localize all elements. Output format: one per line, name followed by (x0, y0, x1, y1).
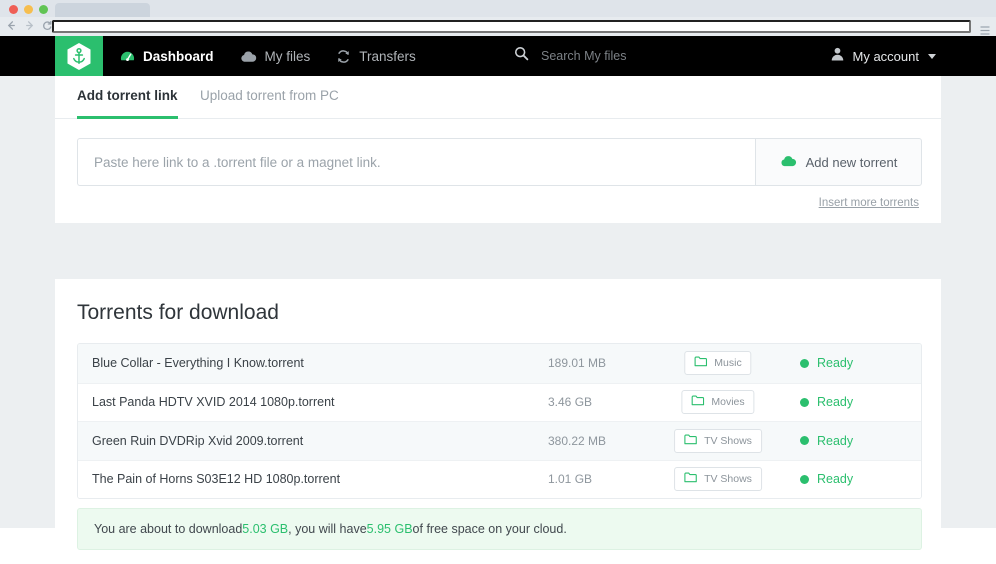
notice-middle: , you will have (288, 522, 367, 536)
maximize-window-button[interactable] (39, 5, 48, 14)
torrent-name: Blue Collar - Everything I Know.torrent (92, 356, 304, 370)
search-icon[interactable] (514, 46, 529, 66)
forward-arrow-icon[interactable] (24, 20, 35, 31)
browser-tab[interactable] (55, 3, 150, 17)
torrent-name: Green Ruin DVDRip Xvid 2009.torrent (92, 434, 303, 448)
nav-link-label: Transfers (359, 49, 416, 64)
window-traffic-lights (9, 5, 48, 14)
back-arrow-icon[interactable] (6, 20, 17, 31)
status-badge: Ready (800, 472, 853, 486)
nav-link-my-files[interactable]: My files (240, 49, 311, 64)
chevron-down-icon (928, 54, 936, 59)
account-menu[interactable]: My account (831, 36, 936, 76)
cloud-icon (240, 50, 257, 63)
add-torrent-panel: Add torrent link Upload torrent from PC … (55, 76, 941, 223)
browser-chrome (0, 0, 996, 36)
page-title: Torrents for download (77, 301, 279, 325)
cloud-upload-icon (780, 154, 797, 170)
status-badge: Ready (800, 395, 853, 409)
top-navigation-bar: Dashboard My files (0, 36, 996, 76)
folder-badge-label: TV Shows (704, 435, 752, 447)
anchor-hexagon-logo[interactable] (55, 36, 103, 76)
status-label: Ready (817, 395, 853, 409)
table-row[interactable]: Green Ruin DVDRip Xvid 2009.torrent 380.… (78, 421, 921, 460)
insert-more-torrents-link[interactable]: Insert more torrents (819, 197, 919, 209)
storage-notice: You are about to download 5.03 GB, you w… (77, 508, 922, 550)
folder-icon (684, 434, 697, 448)
torrent-name: The Pain of Horns S03E12 HD 1080p.torren… (92, 472, 340, 486)
minimize-window-button[interactable] (24, 5, 33, 14)
folder-icon (691, 395, 704, 409)
refresh-transfers-icon (336, 49, 351, 64)
status-dot-icon (800, 475, 809, 484)
torrent-size: 3.46 GB (548, 395, 592, 409)
notice-download-size: 5.03 GB (242, 522, 288, 536)
user-avatar-icon (831, 47, 844, 66)
torrents-for-download-panel: Torrents for download Blue Collar - Ever… (55, 279, 941, 564)
status-label: Ready (817, 434, 853, 448)
address-bar[interactable] (52, 20, 971, 33)
nav-link-label: My files (265, 49, 311, 64)
torrent-name: Last Panda HDTV XVID 2014 1080p.torrent (92, 395, 335, 409)
notice-free-space: 5.95 GB (367, 522, 413, 536)
status-badge: Ready (800, 356, 853, 370)
torrent-input-row: Add new torrent (77, 138, 922, 186)
folder-badge-label: Movies (711, 396, 744, 408)
folder-badge-label: Music (714, 357, 741, 369)
folder-badge[interactable]: Music (684, 351, 751, 375)
add-new-torrent-button[interactable]: Add new torrent (755, 138, 922, 186)
table-row[interactable]: Last Panda HDTV XVID 2014 1080p.torrent … (78, 383, 921, 422)
application-window: Dashboard My files (0, 36, 996, 528)
primary-nav-links: Dashboard My files (120, 36, 416, 76)
dashboard-gauge-icon (120, 49, 135, 64)
status-dot-icon (800, 436, 809, 445)
folder-badge[interactable]: TV Shows (674, 467, 762, 491)
nav-link-dashboard[interactable]: Dashboard (120, 49, 214, 64)
status-dot-icon (800, 359, 809, 368)
folder-icon (684, 472, 697, 486)
torrent-link-input[interactable] (77, 138, 755, 186)
notice-prefix: You are about to download (94, 522, 242, 536)
browser-toolbar (0, 17, 996, 36)
tab-upload-torrent-from-pc[interactable]: Upload torrent from PC (200, 88, 339, 116)
add-new-torrent-label: Add new torrent (806, 155, 898, 170)
nav-link-transfers[interactable]: Transfers (336, 49, 416, 64)
status-dot-icon (800, 398, 809, 407)
search-container (514, 36, 781, 76)
account-menu-label: My account (853, 49, 919, 64)
status-badge: Ready (800, 434, 853, 448)
table-row[interactable]: The Pain of Horns S03E12 HD 1080p.torren… (78, 460, 921, 499)
panel-tabs: Add torrent link Upload torrent from PC (55, 76, 941, 119)
folder-icon (694, 356, 707, 370)
folder-badge-label: TV Shows (704, 473, 752, 485)
status-label: Ready (817, 472, 853, 486)
search-input[interactable] (541, 49, 781, 63)
nav-link-label: Dashboard (143, 49, 214, 64)
close-window-button[interactable] (9, 5, 18, 14)
torrent-size: 1.01 GB (548, 472, 592, 486)
torrent-size: 189.01 MB (548, 356, 606, 370)
torrent-size: 380.22 MB (548, 434, 606, 448)
folder-badge[interactable]: TV Shows (674, 429, 762, 453)
table-row[interactable]: Blue Collar - Everything I Know.torrent … (78, 344, 921, 383)
browser-tabstrip (0, 0, 996, 17)
tab-add-torrent-link[interactable]: Add torrent link (77, 88, 178, 119)
status-label: Ready (817, 356, 853, 370)
folder-badge[interactable]: Movies (681, 390, 754, 414)
notice-suffix: of free space on your cloud. (413, 522, 567, 536)
torrents-table: Blue Collar - Everything I Know.torrent … (77, 343, 922, 499)
